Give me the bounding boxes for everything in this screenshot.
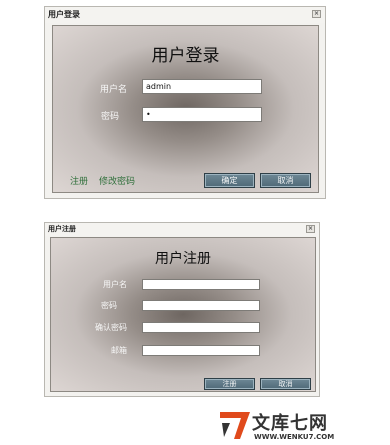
reg-username-input[interactable] bbox=[142, 279, 260, 290]
register-titlebar[interactable]: 用户注册 × bbox=[45, 223, 319, 236]
reg-email-label: 邮箱 bbox=[111, 346, 127, 355]
login-titlebar[interactable]: 用户登录 × bbox=[45, 7, 325, 23]
reg-submit-button[interactable]: 注册 bbox=[204, 378, 255, 390]
reg-email-input[interactable] bbox=[142, 345, 260, 356]
watermark-url: WWW.WENKU7.COM bbox=[254, 433, 335, 441]
close-icon[interactable]: × bbox=[312, 10, 321, 18]
reg-password-label: 密码 bbox=[101, 301, 117, 310]
password-input[interactable] bbox=[142, 107, 262, 122]
register-link[interactable]: 注册 bbox=[70, 174, 88, 187]
login-panel: 用户登录 用户名 密码 注册 修改密码 确定 取消 bbox=[52, 25, 319, 193]
register-window: 用户注册 × 用户注册 用户名 密码 确认密码 邮箱 注册 取消 bbox=[44, 222, 320, 397]
reg-confirm-password-label: 确认密码 bbox=[95, 323, 127, 332]
reg-cancel-button[interactable]: 取消 bbox=[260, 378, 311, 390]
ok-button[interactable]: 确定 bbox=[204, 173, 255, 188]
reg-password-input[interactable] bbox=[142, 300, 260, 311]
watermark-logo: 文库七网 WWW.WENKU7.COM bbox=[218, 409, 390, 445]
register-heading: 用户注册 bbox=[155, 251, 211, 267]
password-label: 密码 bbox=[100, 112, 119, 122]
login-heading: 用户登录 bbox=[151, 46, 220, 66]
username-label: 用户名 bbox=[99, 85, 127, 95]
reg-username-label: 用户名 bbox=[103, 280, 127, 289]
login-window: 用户登录 × 用户登录 用户名 密码 注册 修改密码 确定 取消 bbox=[44, 6, 326, 199]
close-icon[interactable]: × bbox=[306, 225, 315, 233]
username-input[interactable] bbox=[142, 79, 262, 94]
cancel-button[interactable]: 取消 bbox=[260, 173, 311, 188]
watermark-name: 文库七网 bbox=[252, 413, 328, 434]
login-window-title: 用户登录 bbox=[48, 10, 80, 19]
reg-confirm-password-input[interactable] bbox=[142, 322, 260, 333]
register-window-title: 用户注册 bbox=[48, 225, 76, 233]
change-password-link[interactable]: 修改密码 bbox=[99, 174, 135, 187]
register-panel: 用户注册 用户名 密码 确认密码 邮箱 注册 取消 bbox=[50, 237, 316, 392]
wenku7-logo-icon bbox=[220, 412, 250, 439]
